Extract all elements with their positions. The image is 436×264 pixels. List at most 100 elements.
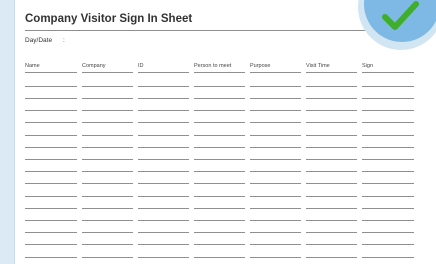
entry-line xyxy=(138,232,189,233)
entry-line xyxy=(362,244,414,245)
column-header-person-to-meet: Person to meet xyxy=(194,63,232,69)
entry-line xyxy=(82,232,133,233)
column-purpose: Purpose xyxy=(250,0,301,264)
entry-line xyxy=(138,110,189,111)
entry-line xyxy=(25,208,77,209)
entry-line xyxy=(82,147,133,148)
entry-line xyxy=(362,232,414,233)
column-header-company: Company xyxy=(82,63,106,69)
entry-line xyxy=(362,196,414,197)
column-person-to-meet: Person to meet xyxy=(194,0,245,264)
entry-line xyxy=(362,86,414,87)
header-underline xyxy=(362,72,414,73)
entry-line xyxy=(82,135,133,136)
entry-line xyxy=(138,147,189,148)
entry-line xyxy=(25,159,77,160)
entry-line xyxy=(306,244,357,245)
entry-line xyxy=(250,257,301,258)
header-underline xyxy=(250,72,301,73)
entry-line xyxy=(306,159,357,160)
entry-line xyxy=(82,196,133,197)
entry-line xyxy=(250,244,301,245)
entry-line xyxy=(25,135,77,136)
entry-line xyxy=(250,110,301,111)
entry-line xyxy=(250,135,301,136)
entry-line xyxy=(306,122,357,123)
entry-line xyxy=(194,232,245,233)
entry-line xyxy=(194,244,245,245)
entry-line xyxy=(138,159,189,160)
entry-line xyxy=(250,220,301,221)
entry-line xyxy=(250,196,301,197)
entry-line xyxy=(25,220,77,221)
entry-line xyxy=(306,220,357,221)
entry-line xyxy=(25,98,77,99)
column-company: Company xyxy=(82,0,133,264)
entry-line xyxy=(82,257,133,258)
entry-line xyxy=(306,232,357,233)
entry-line xyxy=(25,110,77,111)
entry-line xyxy=(250,171,301,172)
entry-line xyxy=(25,171,77,172)
entry-line xyxy=(138,183,189,184)
header-underline xyxy=(25,72,77,73)
column-header-id: ID xyxy=(138,63,144,69)
entry-line xyxy=(138,208,189,209)
entry-line xyxy=(194,171,245,172)
column-header-name: Name xyxy=(25,63,40,69)
entry-line xyxy=(362,110,414,111)
entry-line xyxy=(82,171,133,172)
entry-line xyxy=(306,196,357,197)
entry-line xyxy=(250,208,301,209)
column-header-visit-time: Visit Time xyxy=(306,63,330,69)
entry-line xyxy=(138,86,189,87)
entry-line xyxy=(362,171,414,172)
column-header-sign: Sign xyxy=(362,63,374,69)
entry-line xyxy=(138,196,189,197)
entry-line xyxy=(138,220,189,221)
entry-line xyxy=(82,122,133,123)
entry-line xyxy=(194,110,245,111)
header-underline xyxy=(138,72,189,73)
entry-line xyxy=(306,208,357,209)
entry-line xyxy=(25,147,77,148)
column-header-purpose: Purpose xyxy=(250,63,271,69)
entry-line xyxy=(82,208,133,209)
entry-line xyxy=(194,135,245,136)
entry-line xyxy=(82,220,133,221)
entry-line xyxy=(138,98,189,99)
entry-line xyxy=(306,147,357,148)
entry-line xyxy=(250,232,301,233)
header-underline xyxy=(82,72,133,73)
entry-line xyxy=(138,171,189,172)
column-name: Name xyxy=(25,0,77,264)
entry-line xyxy=(250,147,301,148)
entry-line xyxy=(306,171,357,172)
entry-line xyxy=(250,86,301,87)
entry-line xyxy=(250,98,301,99)
entry-line xyxy=(82,244,133,245)
entry-line xyxy=(138,122,189,123)
entry-line xyxy=(362,98,414,99)
entry-line xyxy=(194,159,245,160)
entry-line xyxy=(194,98,245,99)
entry-line xyxy=(194,220,245,221)
entry-line xyxy=(306,86,357,87)
entry-line xyxy=(362,122,414,123)
entry-line xyxy=(194,147,245,148)
entry-line xyxy=(25,257,77,258)
entry-line xyxy=(25,86,77,87)
entry-line xyxy=(82,86,133,87)
entry-line xyxy=(306,257,357,258)
entry-line xyxy=(194,257,245,258)
entry-line xyxy=(25,232,77,233)
entry-line xyxy=(362,159,414,160)
entry-line xyxy=(194,86,245,87)
header-underline xyxy=(306,72,357,73)
entry-line xyxy=(194,196,245,197)
entry-line xyxy=(362,147,414,148)
entry-line xyxy=(25,244,77,245)
entry-line xyxy=(138,135,189,136)
entry-line xyxy=(82,98,133,99)
entry-line xyxy=(82,159,133,160)
